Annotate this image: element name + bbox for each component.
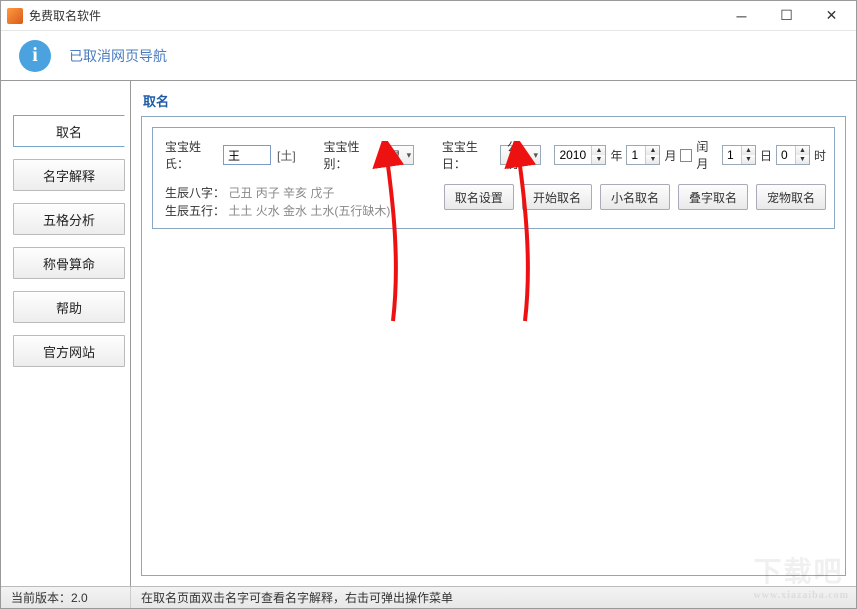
wuxing-label: 生辰五行： bbox=[165, 204, 225, 218]
surname-label: 宝宝姓氏： bbox=[165, 138, 219, 172]
leap-month-checkbox[interactable] bbox=[680, 149, 692, 162]
year-suffix: 年 bbox=[610, 147, 622, 164]
tab-naming[interactable]: 取名 bbox=[13, 115, 125, 147]
tab-website[interactable]: 官方网站 bbox=[13, 335, 125, 367]
calendar-value: 公历 bbox=[507, 138, 528, 172]
spin-up-icon[interactable]: ▲ bbox=[742, 146, 755, 155]
surname-element-tag: [土] bbox=[277, 147, 296, 164]
minimize-button[interactable]: ─ bbox=[719, 2, 764, 30]
spin-up-icon[interactable]: ▲ bbox=[592, 146, 605, 155]
calendar-select[interactable]: 公历 ▾ bbox=[500, 145, 541, 165]
window-title: 免费取名软件 bbox=[29, 7, 719, 24]
bazi-value: 己丑 丙子 辛亥 戊子 bbox=[228, 186, 334, 200]
gender-select[interactable]: 男 ▾ bbox=[382, 145, 415, 165]
pet-name-button[interactable]: 宠物取名 bbox=[756, 184, 826, 210]
wuxing-value: 土土 火水 金水 土水(五行缺木) bbox=[228, 204, 390, 218]
spin-up-icon[interactable]: ▲ bbox=[796, 146, 809, 155]
status-hint: 在取名页面双击名字可查看名字解释，右击可弹出操作菜单 bbox=[131, 587, 463, 608]
spin-down-icon[interactable]: ▼ bbox=[796, 155, 809, 164]
info-icon bbox=[19, 40, 51, 72]
hour-spinner[interactable]: ▲▼ bbox=[776, 145, 810, 165]
tab-help[interactable]: 帮助 bbox=[13, 291, 125, 323]
app-icon bbox=[7, 8, 23, 24]
day-spinner[interactable]: ▲▼ bbox=[722, 145, 756, 165]
tab-name-explain[interactable]: 名字解释 bbox=[13, 159, 125, 191]
spin-down-icon[interactable]: ▼ bbox=[592, 155, 605, 164]
maximize-button[interactable]: ☐ bbox=[764, 2, 809, 30]
header-notice: 已取消网页导航 bbox=[69, 46, 167, 66]
hour-suffix: 时 bbox=[814, 147, 826, 164]
spin-down-icon[interactable]: ▼ bbox=[646, 155, 659, 164]
gender-label: 宝宝性别： bbox=[324, 138, 378, 172]
naming-settings-button[interactable]: 取名设置 bbox=[444, 184, 514, 210]
stacked-name-button[interactable]: 叠字取名 bbox=[678, 184, 748, 210]
tab-chenggu[interactable]: 称骨算命 bbox=[13, 247, 125, 279]
year-spinner[interactable]: ▲▼ bbox=[554, 145, 606, 165]
bazi-label: 生辰八字： bbox=[165, 186, 225, 200]
month-suffix: 月 bbox=[664, 147, 676, 164]
spin-down-icon[interactable]: ▼ bbox=[742, 155, 755, 164]
chevron-down-icon: ▾ bbox=[407, 150, 412, 161]
gender-value: 男 bbox=[389, 147, 401, 164]
month-spinner[interactable]: ▲▼ bbox=[626, 145, 660, 165]
spin-up-icon[interactable]: ▲ bbox=[646, 146, 659, 155]
status-version: 当前版本：2.0 bbox=[1, 587, 131, 608]
close-button[interactable]: ✕ bbox=[809, 2, 854, 30]
panel-title: 取名 bbox=[131, 81, 856, 116]
chevron-down-icon: ▾ bbox=[534, 150, 539, 161]
start-naming-button[interactable]: 开始取名 bbox=[522, 184, 592, 210]
nickname-button[interactable]: 小名取名 bbox=[600, 184, 670, 210]
birth-label: 宝宝生日： bbox=[442, 138, 496, 172]
tab-wuge[interactable]: 五格分析 bbox=[13, 203, 125, 235]
day-suffix: 日 bbox=[760, 147, 772, 164]
leap-month-label: 闰月 bbox=[696, 138, 718, 172]
surname-input[interactable] bbox=[223, 145, 271, 165]
